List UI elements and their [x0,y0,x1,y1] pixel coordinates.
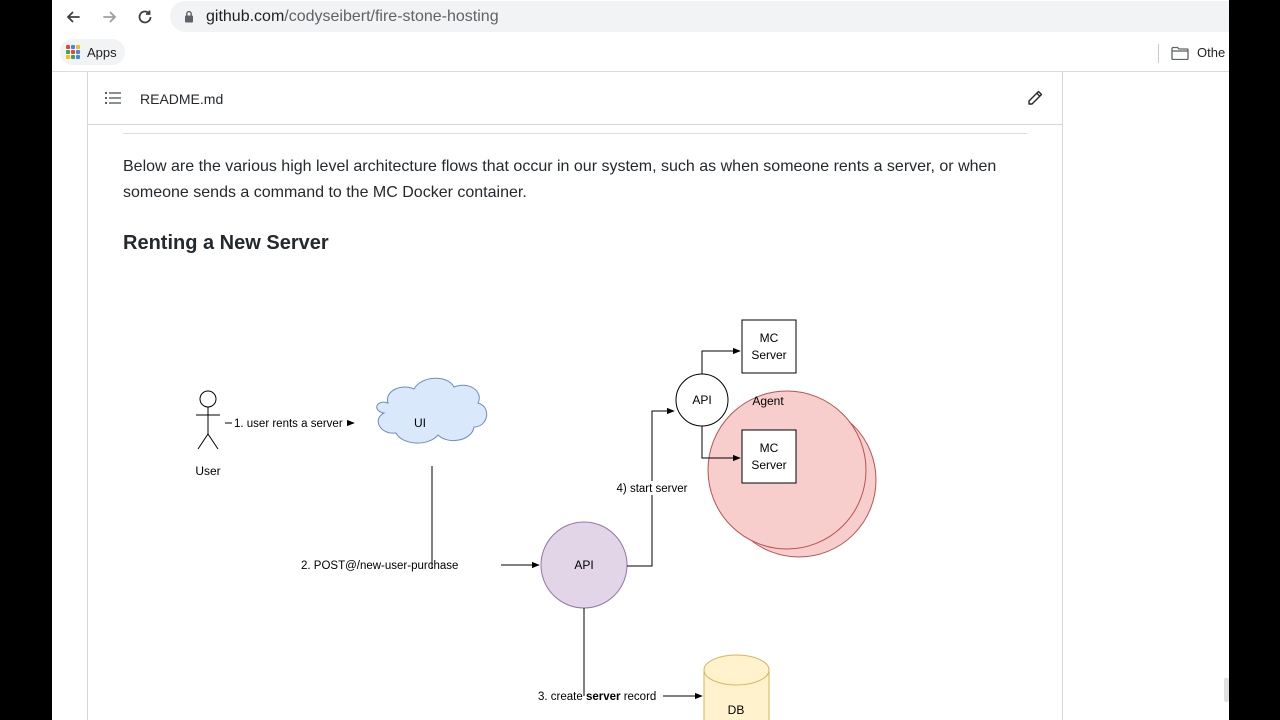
mc-server-top-line1: MC [760,331,779,345]
forward-button[interactable] [97,4,123,30]
mc-server-bottom: MC Server [741,429,797,484]
db-node: DB [703,654,770,720]
mc-server-top: MC Server [741,319,797,374]
agent-api-node: API [675,373,729,427]
intro-paragraph: Below are the various high level archite… [123,158,997,201]
reload-icon [138,10,152,24]
address-bar[interactable]: github.com/codyseibert/fire-stone-hostin… [170,1,1229,32]
pencil-icon[interactable] [1026,89,1044,107]
apps-label: Apps [87,44,117,60]
arrow-right-icon [103,11,117,23]
apps-grid-icon [66,45,80,59]
bookmarks-bar: Apps Othe [52,34,1229,72]
other-bookmarks-label: Othe [1197,45,1226,60]
step3-prefix: 3. create [538,691,586,703]
readme-header: README.md [88,72,1062,125]
architecture-diagram: Agent MC Server MC Server API User 1. us… [195,319,877,720]
agent-api-to-mc-top [701,347,741,374]
bookmarks-separator [1158,44,1159,63]
mc-server-bottom-line2: Server [751,458,786,472]
step1-label: 1. user rents a server [234,418,343,430]
step2-label: 2. POST@/new-user-purchase [301,560,458,572]
browser-window: github.com/codyseibert/fire-stone-hostin… [52,0,1229,720]
mc-server-bottom-line1: MC [760,441,779,455]
lock-icon [185,10,193,23]
other-bookmarks[interactable]: Othe [1171,45,1225,60]
db-label: DB [728,703,745,717]
section-divider [123,133,1027,134]
step3-suffix: record [621,691,657,703]
reload-button[interactable] [132,4,158,30]
step3-label: 3. create server record [538,691,656,703]
api-node: API [540,521,628,609]
back-button[interactable] [60,4,86,30]
url-path: /codyseibert/fire-stone-hosting [284,8,499,25]
arrow-left-icon [66,11,80,23]
table-of-contents-icon[interactable] [105,91,121,105]
step4-label: 4) start server [617,483,688,495]
url-host: github.com [206,8,285,25]
url-text: github.com/codyseibert/fire-stone-hostin… [206,8,499,26]
readme-panel: README.md Below are the various high lev… [87,72,1063,720]
user-actor [196,390,220,450]
section-heading: Renting a New Server [123,232,329,254]
agent-label: Agent [752,394,784,408]
step3-bold: server [586,691,621,703]
user-label: User [195,464,220,478]
agent-api-label: API [692,393,711,407]
folder-icon [1171,46,1189,60]
browser-toolbar: github.com/codyseibert/fire-stone-hostin… [52,0,1229,34]
api-label: API [574,558,593,572]
ui-label: UI [414,416,426,430]
screen-border [1229,0,1280,720]
readme-filename[interactable]: README.md [140,91,223,107]
apps-bookmark[interactable]: Apps [60,39,125,65]
ui-cloud-node: UI [376,377,488,444]
mc-server-top-line2: Server [751,348,786,362]
